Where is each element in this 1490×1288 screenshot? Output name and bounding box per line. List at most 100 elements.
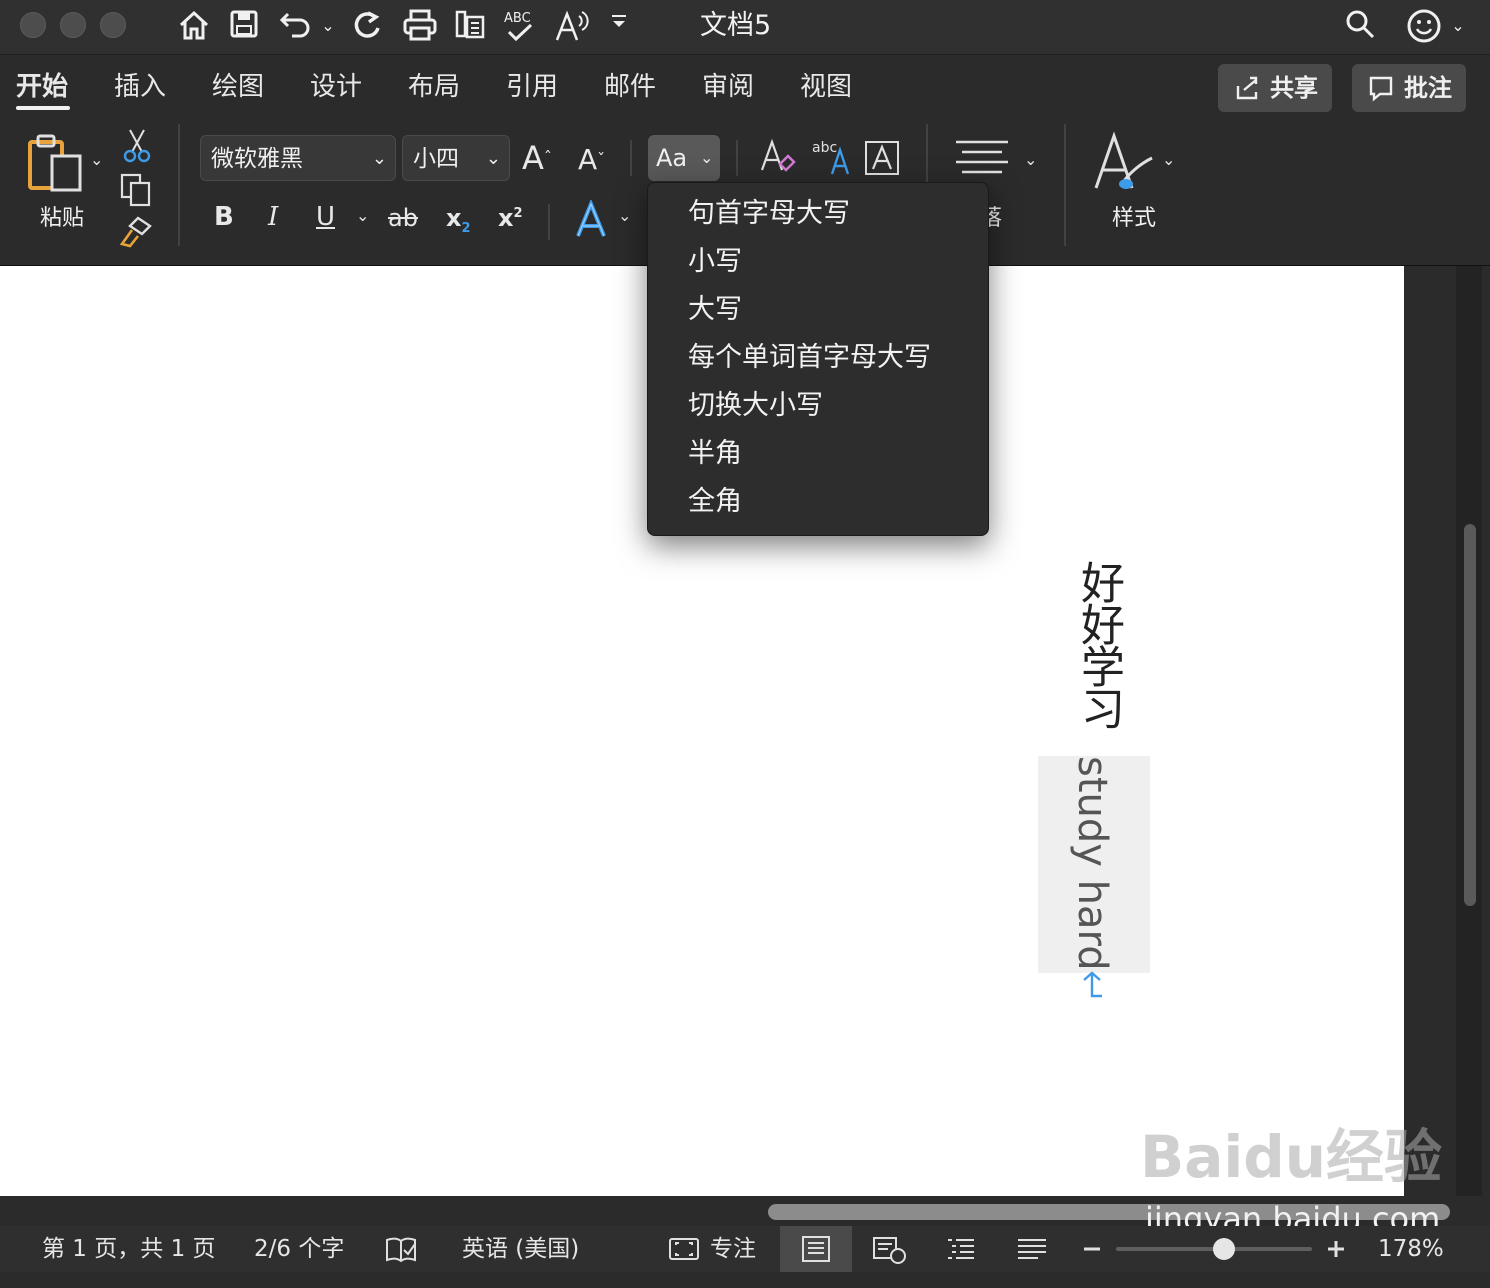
chevron-down-icon: ⌄ bbox=[700, 148, 714, 167]
copy-icon[interactable] bbox=[118, 172, 154, 212]
paste-label: 粘贴 bbox=[40, 206, 85, 231]
tab-draw[interactable]: 绘图 bbox=[212, 70, 264, 104]
change-case-button[interactable]: Aa ⌄ bbox=[648, 135, 720, 181]
ribbon-separator bbox=[1064, 124, 1066, 246]
font-size-combo[interactable]: 小四 ⌄ bbox=[402, 135, 510, 181]
change-case-menu: 句首字母大写 小写 大写 每个单词首字母大写 切换大小写 半角 全角 bbox=[647, 182, 989, 536]
tab-mailings[interactable]: 邮件 bbox=[604, 70, 656, 104]
tab-design[interactable]: 设计 bbox=[310, 70, 362, 104]
focus-label[interactable]: 专注 bbox=[710, 1226, 756, 1272]
proofing-book-icon[interactable] bbox=[384, 1226, 418, 1288]
undo-dropdown-chevron-icon[interactable]: ⌄ bbox=[318, 8, 338, 44]
redo-icon[interactable] bbox=[350, 8, 386, 44]
cut-scissors-icon[interactable] bbox=[120, 128, 154, 168]
caret-up-icon: ˆ bbox=[543, 148, 552, 167]
menu-item-capitalize-each-word[interactable]: 每个单词首字母大写 bbox=[688, 341, 931, 375]
chevron-down-icon: ⌄ bbox=[371, 148, 387, 169]
vertical-scroll-thumb[interactable] bbox=[1464, 524, 1476, 906]
close-window-button[interactable] bbox=[20, 12, 46, 38]
paragraph-align-icon[interactable] bbox=[952, 136, 1012, 186]
tab-home[interactable]: 开始 bbox=[16, 70, 68, 104]
language[interactable]: 英语 (美国) bbox=[462, 1226, 579, 1272]
web-layout-view-icon[interactable] bbox=[872, 1226, 908, 1288]
shrink-font-button[interactable]: Aˇ bbox=[578, 142, 605, 178]
caret-down-icon: ˇ bbox=[597, 150, 606, 169]
text-effects-chevron-icon[interactable]: ⌄ bbox=[618, 206, 631, 225]
zoom-window-button[interactable] bbox=[100, 12, 126, 38]
share-button[interactable]: 共享 bbox=[1218, 64, 1332, 112]
italic-button[interactable]: I bbox=[268, 202, 278, 232]
tab-view[interactable]: 视图 bbox=[800, 70, 852, 104]
home-icon[interactable] bbox=[176, 8, 212, 44]
copy-format-icon[interactable] bbox=[452, 8, 488, 44]
menu-item-half-width[interactable]: 半角 bbox=[688, 437, 742, 471]
zoom-in-icon[interactable] bbox=[1326, 1226, 1346, 1288]
chevron-down-icon: ⌄ bbox=[485, 148, 501, 169]
menu-item-sentence-case[interactable]: 句首字母大写 bbox=[688, 197, 850, 231]
feedback-chevron-icon[interactable]: ⌄ bbox=[1448, 8, 1468, 44]
print-layout-view-button[interactable] bbox=[780, 1226, 852, 1272]
minimize-window-button[interactable] bbox=[60, 12, 86, 38]
tab-insert[interactable]: 插入 bbox=[114, 70, 166, 104]
text-effects-abc-icon[interactable]: abc bbox=[810, 136, 852, 180]
page-count[interactable]: 第 1 页，共 1 页 bbox=[42, 1226, 216, 1272]
font-name-value: 微软雅黑 bbox=[211, 146, 303, 172]
print-icon[interactable] bbox=[400, 8, 440, 44]
grow-font-button[interactable]: Aˆ bbox=[522, 138, 552, 178]
underline-options-chevron-icon[interactable]: ⌄ bbox=[356, 206, 369, 225]
tab-layout[interactable]: 布局 bbox=[408, 70, 460, 104]
comments-label: 批注 bbox=[1404, 74, 1452, 102]
character-border-icon[interactable] bbox=[864, 140, 900, 180]
draft-view-icon[interactable] bbox=[1016, 1226, 1048, 1288]
tab-references[interactable]: 引用 bbox=[506, 70, 558, 104]
font-name-combo[interactable]: 微软雅黑 ⌄ bbox=[200, 135, 396, 181]
superscript-glyph: x bbox=[498, 204, 514, 232]
vertical-english-text[interactable]: study hard bbox=[1066, 756, 1118, 971]
focus-mode-icon[interactable] bbox=[668, 1226, 700, 1288]
search-icon[interactable] bbox=[1342, 8, 1378, 44]
bold-button[interactable]: B bbox=[214, 202, 234, 232]
zoom-slider-thumb[interactable] bbox=[1212, 1238, 1235, 1260]
text-effects-icon[interactable] bbox=[574, 198, 608, 244]
share-icon bbox=[1234, 64, 1260, 128]
styles-chevron-icon[interactable]: ⌄ bbox=[1162, 150, 1175, 169]
grow-font-glyph: A bbox=[522, 139, 544, 177]
zoom-level[interactable]: 178% bbox=[1378, 1226, 1444, 1272]
paste-clipboard-icon[interactable] bbox=[22, 132, 86, 196]
styles-icon[interactable] bbox=[1092, 130, 1158, 200]
clear-formatting-icon[interactable] bbox=[758, 136, 798, 180]
word-count[interactable]: 2/6 个字 bbox=[254, 1226, 344, 1272]
strikethrough-button[interactable]: ab bbox=[388, 204, 418, 232]
paste-options-chevron-icon[interactable]: ⌄ bbox=[90, 150, 103, 169]
title-bar: ⌄ ABC 文档5 ⌄ bbox=[0, 0, 1490, 55]
outline-view-icon[interactable] bbox=[944, 1226, 976, 1288]
status-bar: 第 1 页，共 1 页 2/6 个字 英语 (美国) 专注 178% bbox=[0, 1226, 1490, 1272]
menu-item-uppercase[interactable]: 大写 bbox=[688, 293, 742, 327]
customize-toolbar-icon[interactable] bbox=[606, 8, 632, 44]
tab-review[interactable]: 审阅 bbox=[702, 70, 754, 104]
svg-text:abc: abc bbox=[812, 140, 837, 156]
paragraph-chevron-icon[interactable]: ⌄ bbox=[1024, 150, 1037, 169]
subscript-button[interactable]: x2 bbox=[446, 204, 471, 236]
svg-text:ABC: ABC bbox=[504, 11, 531, 26]
underline-button[interactable]: U bbox=[316, 202, 335, 232]
vertical-chinese-text[interactable]: 好好学习 bbox=[1066, 560, 1130, 728]
format-painter-icon[interactable] bbox=[118, 214, 154, 254]
superscript-button[interactable]: x2 bbox=[498, 204, 523, 232]
subscript-glyph: x bbox=[446, 204, 462, 232]
save-icon[interactable] bbox=[226, 8, 262, 44]
comments-button[interactable]: 批注 bbox=[1352, 64, 1466, 112]
menu-item-toggle-case[interactable]: 切换大小写 bbox=[688, 389, 823, 423]
change-case-glyph: Aa bbox=[656, 144, 688, 172]
document-title: 文档5 bbox=[700, 10, 772, 41]
menu-item-lowercase[interactable]: 小写 bbox=[688, 245, 742, 279]
ribbon-separator bbox=[548, 204, 550, 240]
zoom-out-icon[interactable] bbox=[1082, 1226, 1102, 1288]
shrink-font-glyph: A bbox=[578, 143, 598, 176]
menu-item-full-width[interactable]: 全角 bbox=[688, 485, 742, 519]
feedback-smiley-icon[interactable] bbox=[1404, 8, 1444, 44]
spelling-check-icon[interactable]: ABC bbox=[500, 8, 540, 44]
undo-icon[interactable] bbox=[276, 8, 316, 44]
active-tab-indicator bbox=[16, 106, 70, 110]
read-aloud-icon[interactable] bbox=[552, 8, 592, 44]
